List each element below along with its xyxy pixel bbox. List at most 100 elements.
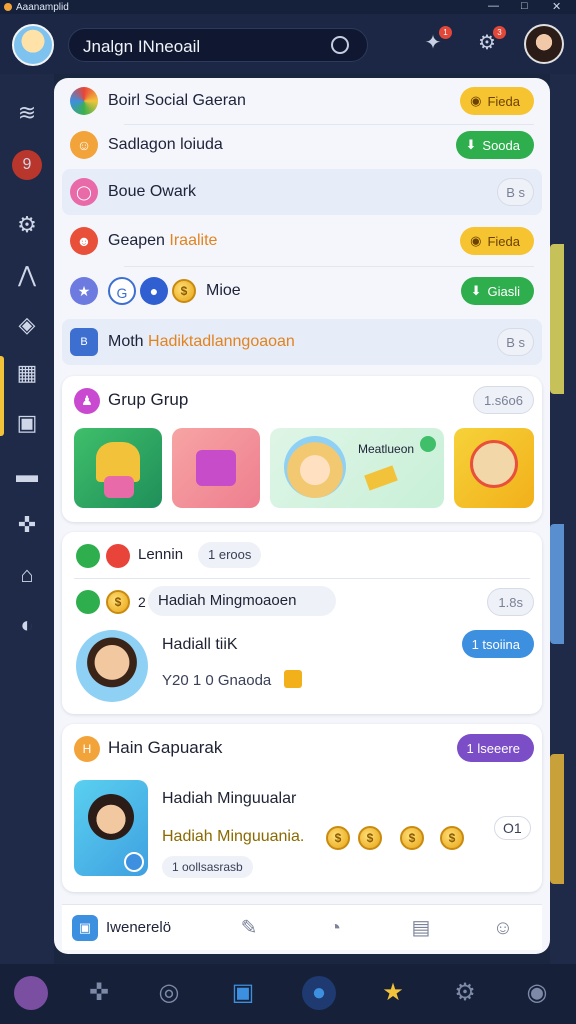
sidebar: ≋ 9 ⚙ ⋀ ◈ ▦ ▣ ▬ ✜ ⌂ ◐ bbox=[0, 74, 54, 964]
game-thumbnail[interactable] bbox=[172, 428, 260, 508]
compass-icon[interactable]: ◐ bbox=[12, 610, 42, 640]
featured-thumbnail[interactable]: Meatlueon bbox=[270, 428, 444, 508]
window-titlebar: Aaanamplid — □ ✕ bbox=[0, 0, 576, 14]
game-thumbnail[interactable] bbox=[454, 428, 534, 508]
notification-icon[interactable]: 9 bbox=[12, 150, 42, 180]
search-bar[interactable]: Jnalgn INneoail bbox=[68, 28, 368, 62]
wifi-icon[interactable]: ≋ bbox=[12, 98, 42, 128]
reward-tag[interactable]: 1 eroos bbox=[198, 542, 262, 568]
count-label: 1.s6o6 bbox=[483, 392, 523, 408]
compass-icon: ● bbox=[140, 277, 168, 305]
activity-icon[interactable]: ✦ 1 bbox=[420, 26, 452, 58]
avatar-icon[interactable] bbox=[14, 976, 48, 1010]
reward-card: Lennin 1 eroos $ 2 Hadiah Mingmoaoen 1.8… bbox=[62, 532, 542, 714]
game-thumbnail[interactable] bbox=[74, 428, 162, 508]
camera-icon[interactable]: ◉ bbox=[520, 976, 554, 1010]
lock-icon[interactable]: ▣ bbox=[72, 915, 98, 941]
title-action-button[interactable]: 1 lseeere bbox=[456, 734, 534, 762]
chat-icon[interactable]: ◔ bbox=[320, 913, 350, 943]
divider bbox=[124, 266, 534, 267]
calendar-icon[interactable]: ▤ bbox=[406, 913, 436, 943]
star-icon[interactable]: ★ bbox=[376, 976, 410, 1010]
featured-label: Meatlueon bbox=[358, 442, 415, 456]
character-icon: ☻ bbox=[70, 227, 98, 255]
girl-avatar bbox=[88, 794, 134, 840]
chart-icon[interactable]: ⋀ bbox=[12, 260, 42, 290]
item-title: Hadiah Minguualar bbox=[162, 790, 297, 807]
plugin-icon[interactable]: ✜ bbox=[82, 976, 116, 1010]
download-button[interactable]: ⬇ Sooda bbox=[455, 131, 534, 159]
clock-icon[interactable]: ◎ bbox=[152, 976, 186, 1010]
pill-label: B s bbox=[506, 334, 525, 350]
ticket-icon bbox=[364, 465, 398, 491]
puzzle-icon[interactable]: ⚙ 3 bbox=[474, 26, 506, 58]
settings-icon[interactable]: ⚙ bbox=[12, 210, 42, 240]
side-thumb bbox=[550, 524, 564, 644]
profile-icon[interactable]: ☺ bbox=[488, 913, 518, 943]
list-item[interactable]: Boirl Social Gaeran ◉ Fieda bbox=[62, 78, 542, 124]
status-pill[interactable]: B s bbox=[497, 328, 534, 356]
compass-icon[interactable]: ● bbox=[302, 976, 336, 1010]
hamster-icon: H bbox=[74, 736, 100, 762]
tag-icon[interactable]: ✎ bbox=[234, 913, 264, 943]
video-icon[interactable]: ▬ bbox=[12, 460, 42, 490]
coin-icon: $ bbox=[440, 826, 464, 850]
gift-icon bbox=[104, 476, 134, 498]
group-card: ♟ Grup Grup 1.s6o6 Meatlueon bbox=[62, 376, 542, 522]
pill-label: Sooda bbox=[482, 137, 520, 153]
nav-label[interactable]: Iwenerelö bbox=[106, 919, 171, 936]
gamepad-icon[interactable]: ✜ bbox=[12, 510, 42, 540]
reward-count[interactable]: 1.8s bbox=[487, 588, 534, 616]
notification-badge: 3 bbox=[493, 26, 506, 39]
status-pill[interactable]: B s bbox=[497, 178, 534, 206]
app-logo-icon bbox=[4, 3, 12, 11]
action-button[interactable]: ◉ Fieda bbox=[460, 227, 534, 255]
list-item[interactable]: ★ G ● $ Mioe ⬇ Giasli bbox=[62, 268, 542, 314]
side-thumb bbox=[550, 754, 564, 884]
item-subtitle: Hadiah Minguuania. bbox=[162, 828, 305, 845]
character-thumbnail[interactable] bbox=[74, 780, 148, 876]
profile-action-button[interactable]: 1 tsoiina bbox=[461, 630, 534, 658]
group-count[interactable]: 1.s6o6 bbox=[472, 386, 534, 414]
profile-avatar[interactable] bbox=[76, 630, 148, 702]
shield-icon[interactable]: ◈ bbox=[12, 310, 42, 340]
friend-avatar[interactable] bbox=[524, 24, 564, 64]
sidebar-active-indicator bbox=[0, 356, 4, 436]
list-item[interactable]: ☻ Geapen Iraalite ◉ Fieda bbox=[62, 218, 542, 264]
list-item[interactable]: ◯ Boue Owark B s bbox=[62, 169, 542, 215]
home-icon[interactable]: ⌂ bbox=[12, 560, 42, 590]
grid-icon[interactable]: ▦ bbox=[12, 358, 42, 388]
search-input[interactable]: Jnalgn INneoail bbox=[83, 37, 200, 57]
top-bar: Jnalgn INneoail ✦ 1 ⚙ 3 bbox=[0, 14, 576, 74]
coin-icon: $ bbox=[326, 826, 350, 850]
list-item[interactable]: ☺ Sadlagon loiuda ⬇ Sooda bbox=[62, 122, 542, 168]
user-avatar[interactable] bbox=[12, 24, 54, 66]
pill-label: B s bbox=[506, 184, 525, 200]
verified-icon bbox=[124, 852, 144, 872]
settings-icon[interactable]: ⚙ bbox=[448, 976, 482, 1010]
item-label: Boue Owark bbox=[108, 183, 197, 200]
label-part: Moth bbox=[108, 333, 149, 350]
action-button[interactable]: ◉ Fieda bbox=[460, 87, 534, 115]
pill-label: 1 lseeere bbox=[466, 740, 520, 756]
reward-label[interactable]: Hadiah Mingmoaoen bbox=[148, 586, 337, 616]
item-label: Moth Hadiktadlanngoaoan bbox=[108, 333, 295, 351]
label-highlight: Hadiktadlanngoaoan bbox=[148, 333, 295, 350]
refresh-icon: G bbox=[108, 277, 136, 305]
count-label: 1.8s bbox=[498, 594, 523, 610]
item-tag[interactable]: 1 oollsasrasb bbox=[162, 856, 253, 878]
list-item[interactable]: B Moth Hadiktadlanngoaoan B s bbox=[62, 319, 542, 365]
game-icon[interactable]: ▣ bbox=[226, 976, 260, 1010]
egg-icon: ◯ bbox=[70, 178, 98, 206]
close-button[interactable]: ✕ bbox=[552, 0, 561, 13]
item-counter[interactable]: O1 bbox=[494, 816, 531, 840]
search-icon[interactable] bbox=[331, 36, 349, 54]
item-label: Sadlagon loiuda bbox=[108, 136, 223, 153]
bottom-nav: ▣ Iwenerelö ✎ ◔ ▤ ☺ bbox=[62, 904, 542, 950]
online-icon bbox=[420, 436, 436, 452]
maximize-button[interactable]: □ bbox=[521, 0, 528, 12]
download-button[interactable]: ⬇ Giasli bbox=[460, 277, 534, 305]
chat-icon[interactable]: ▣ bbox=[12, 408, 42, 438]
minimize-button[interactable]: — bbox=[488, 0, 499, 12]
divider bbox=[74, 578, 530, 579]
